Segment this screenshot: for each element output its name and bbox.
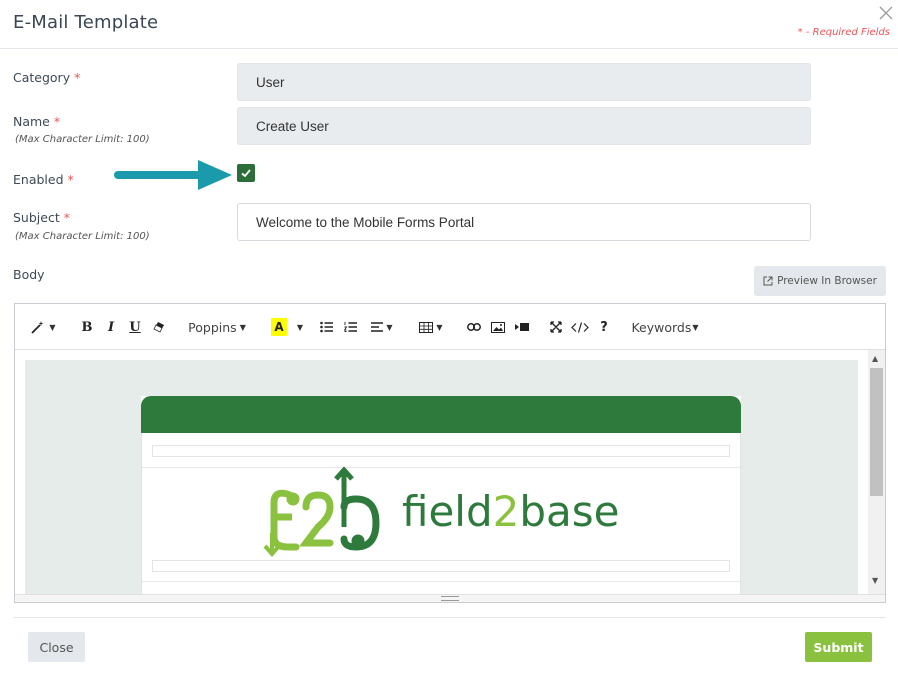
name-label-text: Name — [13, 114, 50, 129]
scroll-down-arrow-icon[interactable]: ▼ — [872, 576, 878, 585]
email-spacer — [152, 445, 730, 457]
code-view-button[interactable] — [570, 318, 590, 336]
font-family-label: Poppins — [188, 319, 237, 335]
email-divider — [142, 581, 740, 582]
table-icon — [419, 321, 434, 333]
bullet-list-icon — [320, 321, 333, 333]
email-spacer — [152, 560, 730, 572]
rich-text-editor: ▼ B I U Poppins ▼ A ▼ ▼ ▼ ? Keywords ▼ f… — [14, 303, 886, 603]
editor-scrollbar[interactable]: ▲ ▼ — [868, 350, 885, 594]
preview-button-label: Preview In Browser — [777, 275, 877, 287]
fullscreen-icon — [550, 321, 562, 333]
font-family-dropdown[interactable]: Poppins ▼ — [185, 318, 249, 336]
required-star: * — [74, 70, 81, 85]
table-dropdown[interactable]: ▼ — [417, 318, 445, 336]
enabled-label-text: Enabled — [13, 172, 64, 187]
modal-title: E-Mail Template — [13, 12, 159, 33]
italic-button[interactable]: I — [103, 318, 119, 336]
clear-format-button[interactable] — [151, 318, 167, 336]
external-link-icon — [763, 276, 773, 286]
close-button[interactable]: Close — [28, 632, 85, 662]
enabled-checkbox[interactable] — [237, 164, 255, 182]
f2b-logo: field2base — [262, 466, 632, 558]
name-label: Name * — [13, 114, 60, 129]
numbered-list-icon — [344, 322, 357, 332]
category-label-text: Category — [13, 70, 71, 85]
body-label: Body — [13, 267, 45, 282]
check-icon — [241, 169, 251, 178]
scroll-up-arrow-icon[interactable]: ▲ — [872, 354, 878, 363]
email-header-banner — [141, 396, 741, 433]
bold-button[interactable]: B — [79, 318, 95, 336]
logo-wordmark: field2base — [402, 487, 619, 536]
editor-content-area[interactable]: field2base ▲ ▼ — [15, 350, 885, 594]
eraser-icon — [153, 322, 164, 333]
font-color-button[interactable]: A — [271, 318, 287, 336]
logo-text-2: 2 — [492, 487, 520, 536]
logo-text-field: field — [402, 487, 493, 536]
enabled-label: Enabled * — [13, 172, 74, 187]
required-fields-note: * - Required Fields — [797, 27, 890, 38]
category-label: Category * — [13, 70, 80, 85]
subject-label-text: Subject — [13, 210, 60, 225]
subject-label: Subject * — [13, 210, 70, 225]
required-star: * — [53, 114, 61, 129]
email-preview-background: field2base — [25, 360, 858, 594]
code-icon — [571, 321, 589, 333]
pointer-arrow-icon — [114, 160, 232, 190]
logo-text-base: base — [519, 487, 620, 536]
insert-video-button[interactable] — [514, 318, 530, 336]
link-icon — [467, 323, 481, 331]
fullscreen-button[interactable] — [548, 318, 564, 336]
scrollbar-thumb[interactable] — [870, 368, 883, 496]
footer-divider — [14, 617, 886, 618]
required-star: * — [67, 172, 74, 187]
numbered-list-button[interactable] — [343, 318, 359, 336]
help-button[interactable]: ? — [597, 318, 611, 336]
video-icon — [515, 323, 529, 331]
required-star: * — [63, 210, 70, 225]
style-dropdown-button[interactable]: ▼ — [29, 318, 57, 336]
category-field: User — [237, 63, 811, 101]
insert-link-button[interactable] — [466, 318, 482, 336]
paragraph-align-dropdown[interactable]: ▼ — [369, 318, 395, 336]
name-char-limit: (Max Character Limit: 100) — [15, 134, 150, 145]
font-color-dropdown[interactable]: ▼ — [295, 318, 305, 336]
header-divider — [0, 48, 898, 49]
bullet-list-button[interactable] — [319, 318, 335, 336]
email-preview-card: field2base — [141, 396, 741, 594]
f2b-logo-icon — [263, 466, 380, 558]
subject-input[interactable]: Welcome to the Mobile Forms Portal — [237, 203, 811, 241]
close-icon[interactable] — [876, 3, 896, 23]
keywords-label: Keywords — [631, 319, 692, 335]
insert-image-button[interactable] — [490, 318, 506, 336]
resize-grip-icon — [441, 596, 459, 601]
preview-in-browser-button[interactable]: Preview In Browser — [754, 266, 886, 296]
email-body-block: field2base — [141, 433, 741, 594]
underline-button[interactable]: U — [127, 318, 143, 336]
subject-char-limit: (Max Character Limit: 100) — [15, 231, 150, 242]
editor-toolbar: ▼ B I U Poppins ▼ A ▼ ▼ ▼ ? Keywords ▼ — [15, 304, 885, 350]
magic-wand-icon — [31, 321, 44, 334]
submit-button[interactable]: Submit — [805, 632, 872, 662]
keywords-dropdown[interactable]: Keywords ▼ — [629, 318, 701, 336]
editor-resize-handle[interactable] — [15, 594, 885, 602]
align-left-icon — [371, 322, 384, 332]
name-field: Create User — [237, 107, 811, 145]
image-icon — [491, 321, 505, 333]
